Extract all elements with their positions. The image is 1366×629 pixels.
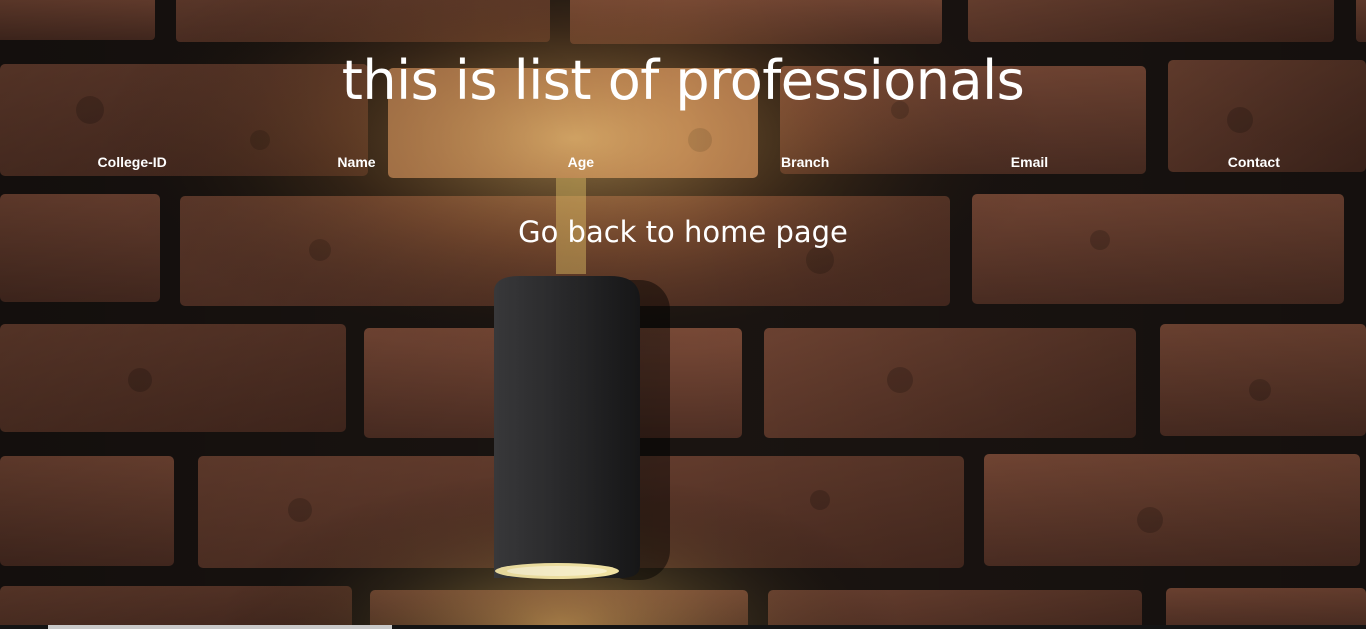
column-header-college-id: College-ID bbox=[97, 154, 167, 170]
scrollbar-thumb[interactable] bbox=[48, 625, 392, 629]
professionals-table: College-ID Name Age Branch Email Contact bbox=[20, 150, 1366, 174]
column-header-branch: Branch bbox=[781, 154, 830, 170]
column-header-age: Age bbox=[567, 154, 595, 170]
column-header-name: Name bbox=[337, 154, 376, 170]
column-header-email: Email bbox=[1010, 154, 1049, 170]
column-header-contact: Contact bbox=[1227, 154, 1280, 170]
table-header-row: College-ID Name Age Branch Email Contact bbox=[20, 150, 1366, 174]
page-title: this is list of professionals bbox=[341, 49, 1025, 112]
home-page-link[interactable]: Go back to home page bbox=[0, 210, 1366, 254]
horizontal-scrollbar[interactable] bbox=[0, 625, 1366, 629]
page: this is list of professionals College-ID… bbox=[0, 0, 1366, 629]
